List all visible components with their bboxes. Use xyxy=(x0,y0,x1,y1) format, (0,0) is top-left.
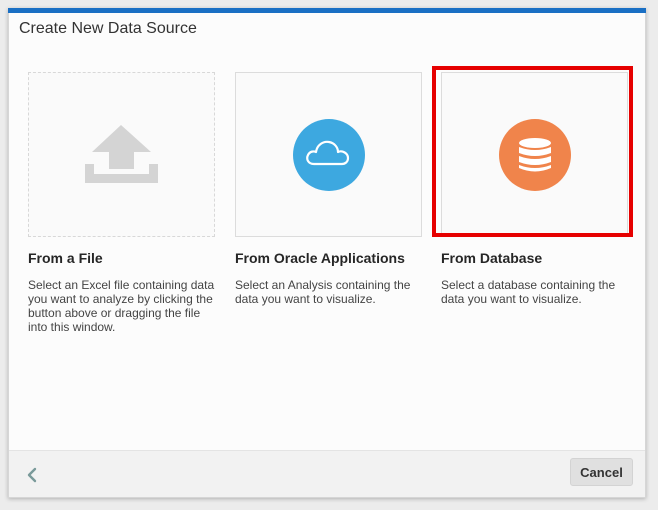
cancel-button[interactable]: Cancel xyxy=(570,458,633,486)
upload-icon xyxy=(85,125,158,183)
option-title: From Database xyxy=(441,250,543,266)
upload-tile[interactable] xyxy=(28,72,215,237)
create-data-source-dialog: Create New Data Source From a File Selec… xyxy=(8,8,646,498)
option-description: Select a database containing the data yo… xyxy=(441,278,616,306)
back-button[interactable] xyxy=(23,465,43,485)
database-highlight-box xyxy=(432,66,633,237)
oracle-applications-tile[interactable] xyxy=(235,72,422,237)
option-from-oracle-applications: From Oracle Applications Select an Analy… xyxy=(235,72,422,306)
chevron-left-icon xyxy=(27,467,37,483)
dialog-accent-bar xyxy=(8,8,646,13)
dialog-footer: Cancel xyxy=(9,450,645,497)
option-title: From Oracle Applications xyxy=(235,250,405,266)
option-description: Select an Analysis containing the data y… xyxy=(235,278,411,306)
option-description: Select an Excel file containing data you… xyxy=(28,278,215,334)
cloud-icon-circle xyxy=(293,119,365,191)
dialog-title: Create New Data Source xyxy=(19,20,197,37)
option-title: From a File xyxy=(28,250,103,266)
cloud-icon xyxy=(306,140,350,166)
option-from-file: From a File Select an Excel file contain… xyxy=(28,72,215,334)
